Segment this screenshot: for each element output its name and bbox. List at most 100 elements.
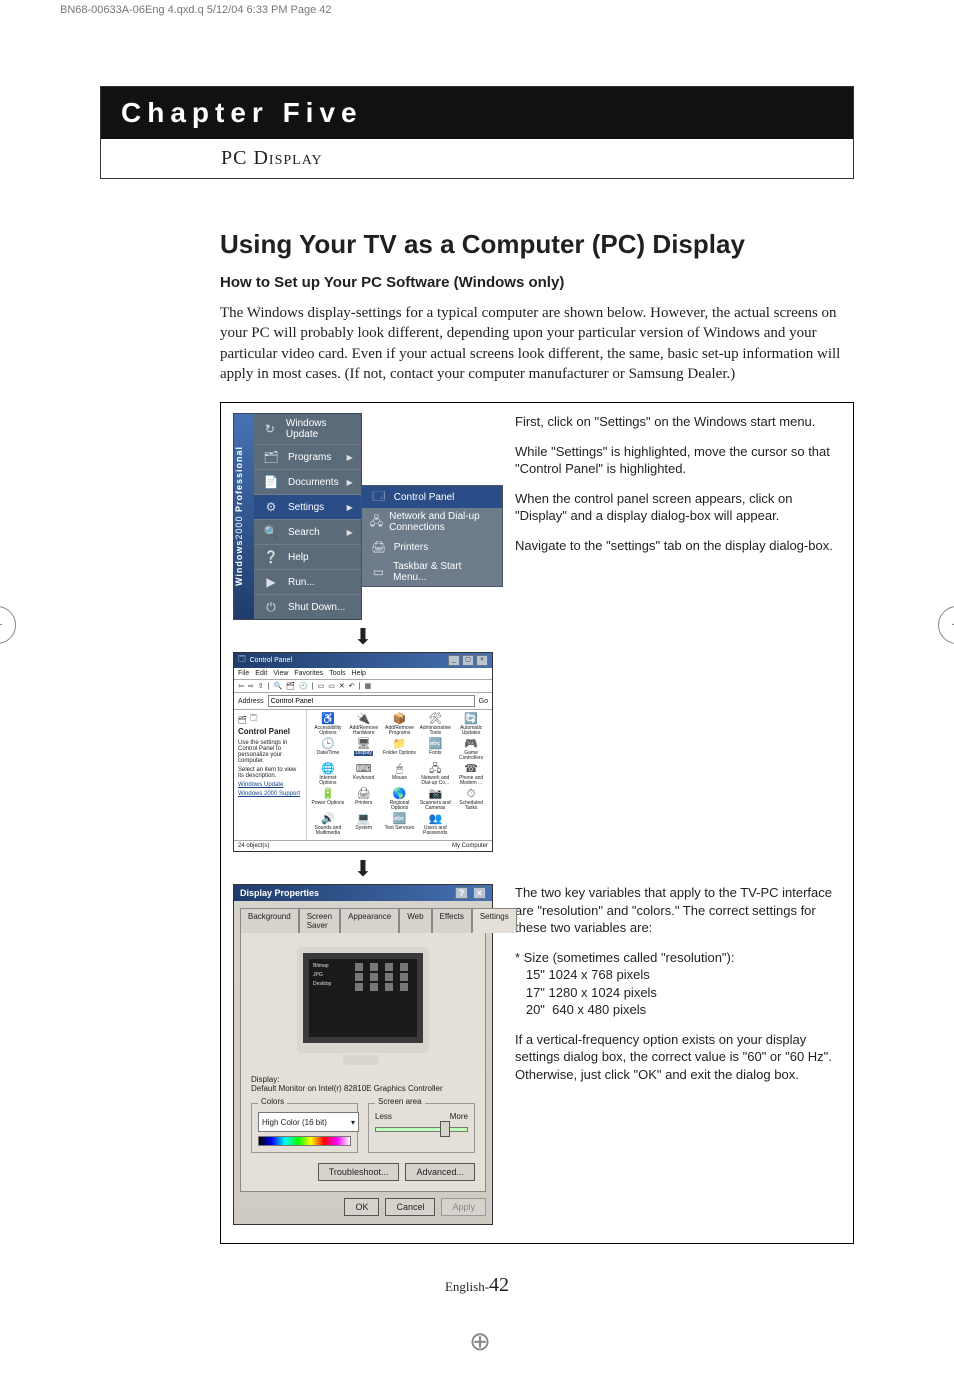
cp-item-label: Administrative Tools	[418, 726, 452, 736]
cp-icon-users-and-passwords[interactable]: 👥Users and Passwords	[418, 814, 452, 836]
tab-background[interactable]: Background	[240, 908, 299, 933]
help-button[interactable]: ?	[455, 887, 469, 899]
submenu-item-control-panel[interactable]: 🗔 Control Panel	[362, 486, 502, 508]
start-menu-label: Programs	[288, 452, 331, 463]
submenu-label: Taskbar & Start Menu...	[393, 561, 494, 583]
folders-button[interactable]: 🗂	[286, 682, 295, 690]
link-windows-update[interactable]: Windows Update	[238, 782, 302, 788]
apply-button[interactable]: Apply	[441, 1198, 486, 1216]
forward-button[interactable]: ⇨	[248, 682, 254, 690]
preview-label: Desktop	[313, 981, 353, 987]
menu-view[interactable]: View	[273, 670, 288, 677]
submenu-label: Printers	[394, 542, 428, 553]
start-menu-item-shutdown[interactable]: ⏻ Shut Down...	[254, 594, 361, 619]
maximize-button[interactable]: ▢	[462, 655, 474, 666]
cancel-button[interactable]: Cancel	[385, 1198, 435, 1216]
display-label: Display:	[251, 1075, 475, 1084]
control-panel-app-icon: 🗔	[238, 655, 246, 666]
slider-thumb[interactable]	[440, 1121, 450, 1137]
cp-icon-game-controllers[interactable]: 🎮Game Controllers	[454, 739, 488, 761]
move-button[interactable]: ▭	[318, 682, 325, 690]
figure-container: Windows2000 Professional ↻ Windows Updat…	[220, 402, 854, 1244]
screen-area-group: Screen area Less More	[368, 1103, 475, 1153]
submenu-item-taskbar[interactable]: ▭ Taskbar & Start Menu...	[362, 558, 502, 586]
address-input[interactable]	[268, 695, 475, 707]
cp-icon-mouse[interactable]: 🖱Mouse	[383, 764, 417, 786]
start-menu-item-documents[interactable]: 📄 Documents ▶	[254, 469, 361, 494]
cp-pane-icon-2: 🗔	[250, 714, 258, 725]
cp-item-icon: 🌐	[321, 764, 335, 775]
tab-appearance[interactable]: Appearance	[340, 908, 399, 933]
cp-item-icon: ⌨	[356, 764, 372, 775]
views-button[interactable]: ▦	[364, 682, 371, 690]
menu-tools[interactable]: Tools	[329, 670, 345, 677]
up-button[interactable]: ⇧	[258, 682, 264, 690]
cp-icon-fonts[interactable]: 🔤Fonts	[418, 739, 452, 761]
cp-title-text: Control Panel	[250, 657, 292, 664]
history-button[interactable]: 🕘	[299, 682, 308, 690]
cp-icon-network-and-dial-up-co[interactable]: 🖧Network and Dial-up Co...	[418, 764, 452, 786]
tab-screensaver[interactable]: Screen Saver	[299, 908, 340, 933]
search-button[interactable]: 🔍	[273, 682, 282, 690]
resolution-slider[interactable]: Less More	[375, 1112, 468, 1137]
cp-icon-sounds-and-multimedia[interactable]: 🔊Sounds and Multimedia	[311, 814, 345, 836]
cp-icon-system[interactable]: 💻System	[347, 814, 381, 836]
close-button[interactable]: ×	[473, 887, 486, 899]
dp-settings-panel: Bitmap JPG Desktop	[240, 932, 486, 1192]
settings-submenu-container: 🗔 Control Panel 🖧 Network and Dial-up Co…	[362, 413, 503, 587]
cp-icon-add-remove-programs[interactable]: 📦Add/Remove Programs	[383, 714, 417, 736]
close-button[interactable]: ×	[476, 655, 488, 666]
menu-help[interactable]: Help	[352, 670, 366, 677]
menu-edit[interactable]: Edit	[255, 670, 267, 677]
cp-icon-folder-options[interactable]: 📁Folder Options	[383, 739, 417, 761]
dp-tablist: Background Screen Saver Appearance Web E…	[234, 901, 492, 932]
tab-settings[interactable]: Settings	[472, 908, 517, 933]
start-menu-item-windows-update[interactable]: ↻ Windows Update	[254, 414, 361, 444]
colors-select[interactable]: High Color (16 bit) ▾	[258, 1112, 359, 1132]
tab-effects[interactable]: Effects	[432, 908, 472, 933]
cp-icon-grid: ♿Accessibility Options🔌Add/Remove Hardwa…	[307, 710, 492, 840]
cp-icon-automatic-updates[interactable]: 🔄Automatic Updates	[454, 714, 488, 736]
undo-button[interactable]: ↶	[349, 682, 355, 690]
start-menu-item-run[interactable]: ▶ Run...	[254, 569, 361, 594]
start-menu-label: Help	[288, 552, 309, 563]
cp-icon-internet-options[interactable]: 🌐Internet Options	[311, 764, 345, 786]
back-button[interactable]: ⇦	[238, 682, 244, 690]
cp-icon-display[interactable]: 🖥Display	[347, 739, 381, 761]
cp-icon-scanners-and-cameras[interactable]: 📷Scanners and Cameras	[418, 789, 452, 811]
cp-icon-printers[interactable]: 🖨Printers	[347, 789, 381, 811]
minimize-button[interactable]: _	[448, 655, 460, 666]
start-menu-label: Settings	[288, 502, 324, 513]
copy-button[interactable]: ▭	[328, 682, 335, 690]
submenu-item-network[interactable]: 🖧 Network and Dial-up Connections	[362, 508, 502, 536]
advanced-button[interactable]: Advanced...	[405, 1163, 475, 1181]
cp-icon-scheduled-tasks[interactable]: ⏱Scheduled Tasks	[454, 789, 488, 811]
cp-icon-keyboard[interactable]: ⌨Keyboard	[347, 764, 381, 786]
link-win2000-support[interactable]: Windows 2000 Support	[238, 791, 302, 797]
start-menu-label: Shut Down...	[288, 602, 345, 613]
cp-icon-add-remove-hardware[interactable]: 🔌Add/Remove Hardware	[347, 714, 381, 736]
start-menu-item-help[interactable]: ❔ Help	[254, 544, 361, 569]
cp-icon-administrative-tools[interactable]: 🛠Administrative Tools	[418, 714, 452, 736]
cp-statusbar: 24 object(s) My Computer	[234, 840, 492, 851]
start-menu-item-settings[interactable]: ⚙ Settings ▶	[254, 494, 361, 519]
troubleshoot-button[interactable]: Troubleshoot...	[318, 1163, 400, 1181]
cp-icon-accessibility-options[interactable]: ♿Accessibility Options	[311, 714, 345, 736]
cp-icon-regional-options[interactable]: 🌎Regional Options	[383, 789, 417, 811]
cp-icon-phone-and-modem[interactable]: ☎Phone and Modem ...	[454, 764, 488, 786]
start-menu-item-search[interactable]: 🔍 Search ▶	[254, 519, 361, 544]
cp-icon-date-time[interactable]: 🕒Date/Time	[311, 739, 345, 761]
cp-item-icon: ☎	[464, 764, 478, 775]
tab-web[interactable]: Web	[399, 908, 431, 933]
go-button[interactable]: Go	[479, 698, 488, 705]
submenu-item-printers[interactable]: 🖨 Printers	[362, 536, 502, 558]
menu-favorites[interactable]: Favorites	[294, 670, 323, 677]
menu-file[interactable]: File	[238, 670, 249, 677]
cp-icon-text-services[interactable]: 🔤Text Services	[383, 814, 417, 836]
start-menu-item-programs[interactable]: 🗂 Programs ▶	[254, 444, 361, 469]
cp-icon-power-options[interactable]: 🔋Power Options	[311, 789, 345, 811]
instruction-b1: The two key variables that apply to the …	[515, 884, 841, 937]
section-heading: Using Your TV as a Computer (PC) Display	[220, 229, 854, 260]
delete-button[interactable]: ✕	[339, 682, 345, 690]
ok-button[interactable]: OK	[344, 1198, 379, 1216]
